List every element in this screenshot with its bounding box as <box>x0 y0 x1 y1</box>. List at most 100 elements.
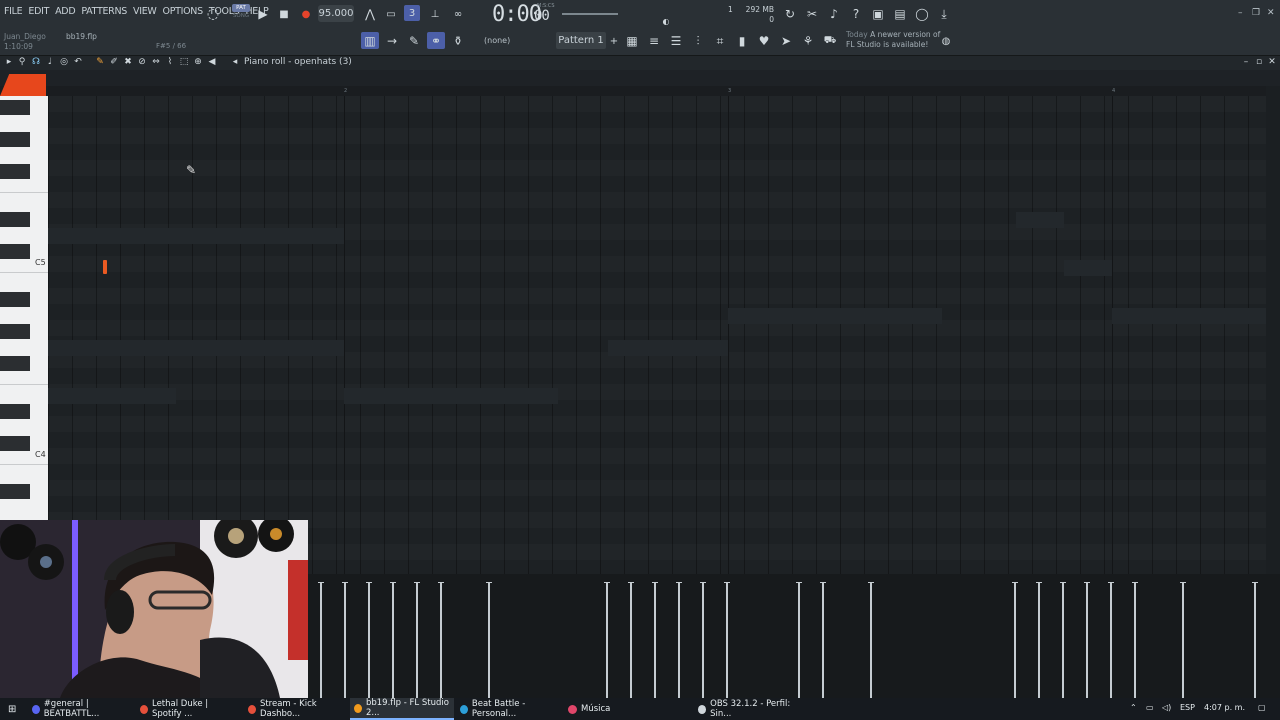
velocity-bar[interactable] <box>1132 582 1138 698</box>
zoom-tool-icon[interactable]: ⊕ <box>192 55 204 69</box>
chat-icon[interactable]: ◯ <box>914 6 930 22</box>
menu-patterns[interactable]: PATTERNS <box>81 6 127 17</box>
velocity-bar[interactable] <box>1180 582 1186 698</box>
taskbar-item-music[interactable]: Música <box>564 698 668 720</box>
mute-tool-icon[interactable]: ⊘ <box>136 55 148 69</box>
velocity-bar[interactable] <box>1252 582 1258 698</box>
piano-roll-icon[interactable]: ☰ <box>668 33 684 49</box>
velocity-bar[interactable] <box>676 582 682 698</box>
velocity-bar[interactable] <box>700 582 706 698</box>
playlist-icon[interactable]: ▦ <box>624 33 640 49</box>
black-key[interactable] <box>0 292 30 307</box>
paint-brush-icon[interactable]: ✐ <box>108 55 120 69</box>
tools-icon[interactable]: ⚘ <box>800 33 816 49</box>
network-icon[interactable]: ▭ <box>1146 703 1154 712</box>
loop-record-icon[interactable]: ∞ <box>450 6 466 22</box>
velocity-lane[interactable] <box>308 574 1280 698</box>
pat-song-toggle[interactable]: PAT SONG <box>232 4 250 22</box>
options-arrow-icon[interactable]: ▸ <box>3 55 15 69</box>
velocity-bar[interactable] <box>438 582 444 698</box>
mixer-icon[interactable]: ⫶ <box>690 33 706 49</box>
select-tool-icon[interactable]: ⬚ <box>178 55 190 69</box>
note-block[interactable] <box>103 260 107 274</box>
velocity-bar[interactable] <box>604 582 610 698</box>
piano-roll-view-icon[interactable]: ▥ <box>361 32 379 49</box>
taskbar-item-edge[interactable]: Beat Battle - Personal... <box>456 698 560 720</box>
link-icon[interactable]: ⚭ <box>427 32 445 49</box>
black-key[interactable] <box>0 404 30 419</box>
minimize-icon[interactable]: – <box>1238 8 1243 18</box>
metronome-loop-icon[interactable]: ◌ <box>204 5 222 23</box>
pr-close-icon[interactable]: ✕ <box>1266 55 1278 69</box>
target-icon[interactable]: ◎ <box>58 55 70 69</box>
update-news[interactable]: Today A newer version of FL Studio is av… <box>846 30 940 50</box>
globe-icon[interactable]: ◍ <box>938 33 954 49</box>
velocity-bar[interactable] <box>390 582 396 698</box>
add-pattern-icon[interactable]: + <box>606 33 622 49</box>
snap-magnet-icon[interactable]: ⚲ <box>16 55 28 69</box>
velocity-bar[interactable] <box>414 582 420 698</box>
arrow-right-icon[interactable]: → <box>384 33 400 49</box>
draw-pencil-icon[interactable]: ✎ <box>94 55 106 69</box>
wait-for-input-icon[interactable]: ▭ <box>383 6 399 22</box>
menu-add[interactable]: ADD <box>55 6 76 17</box>
event-selector-strip[interactable] <box>0 70 1280 86</box>
black-key[interactable] <box>0 436 30 451</box>
black-key[interactable] <box>0 356 30 371</box>
velocity-bar[interactable] <box>1036 582 1042 698</box>
tray-chevron-icon[interactable]: ⌃ <box>1130 703 1137 712</box>
step-edit-icon[interactable]: ⊥ <box>427 6 443 22</box>
velocity-bar[interactable] <box>868 582 874 698</box>
slip-tool-icon[interactable]: ⇔ <box>150 55 162 69</box>
taskbar-item-obs[interactable]: OBS 32.1.2 - Perfil: Sin... <box>694 698 804 720</box>
taskbar-item-kick[interactable]: Stream - Kick Dashbo... <box>244 698 348 720</box>
velocity-bar[interactable] <box>342 582 348 698</box>
browser-icon[interactable]: ⌗ <box>712 33 728 49</box>
taskbar-item-spotify[interactable]: Lethal Duke | Spotify ... <box>136 698 240 720</box>
download-icon[interactable]: ⤓ <box>936 6 952 22</box>
play-icon[interactable]: ▶ <box>255 6 271 22</box>
velocity-bar[interactable] <box>796 582 802 698</box>
menu-edit[interactable]: EDIT <box>28 6 49 17</box>
black-key[interactable] <box>0 324 30 339</box>
headphones-icon[interactable]: ☊ <box>30 55 42 69</box>
record-icon[interactable]: ● <box>298 6 314 22</box>
stop-icon[interactable]: ■ <box>276 6 292 22</box>
velocity-bar[interactable] <box>1108 582 1114 698</box>
master-volume-slider[interactable] <box>562 13 618 15</box>
black-key[interactable] <box>0 132 30 147</box>
menu-options[interactable]: OPTIONS <box>163 6 204 17</box>
velocity-bar[interactable] <box>366 582 372 698</box>
language-indicator[interactable]: ESP <box>1180 703 1195 712</box>
stamp-icon[interactable]: ⚱ <box>450 33 466 49</box>
system-clock[interactable]: 4:07 p. m. <box>1204 703 1245 712</box>
black-key[interactable] <box>0 100 30 115</box>
black-key[interactable] <box>0 244 30 259</box>
slice-tool-icon[interactable]: ⌇ <box>164 55 176 69</box>
render-icon[interactable]: ▤ <box>892 6 908 22</box>
pr-maximize-icon[interactable]: ▫ <box>1253 55 1265 69</box>
velocity-bar[interactable] <box>652 582 658 698</box>
plugin-database-icon[interactable]: ▮ <box>734 33 750 49</box>
save-icon[interactable]: ▣ <box>870 6 886 22</box>
velocity-bar[interactable] <box>1084 582 1090 698</box>
menu-view[interactable]: VIEW <box>133 6 157 17</box>
menu-file[interactable]: FILE <box>4 6 23 17</box>
notification-icon[interactable]: ▢ <box>1258 703 1266 712</box>
piano-keyboard[interactable]: C5 C4 <box>0 96 48 520</box>
delete-tool-icon[interactable]: ✖ <box>122 55 134 69</box>
playback-tool-icon[interactable]: ◀ <box>206 55 218 69</box>
pencil-icon[interactable]: ✎ <box>406 33 422 49</box>
volume-icon[interactable]: ◁) <box>1162 703 1171 712</box>
timeline-ruler[interactable]: 2 3 4 <box>48 86 1266 96</box>
tempo-display[interactable]: 95.000 <box>318 5 354 22</box>
speaker-icon[interactable]: ◂ <box>229 55 241 69</box>
cut-tools-icon[interactable]: ✂ <box>804 6 820 22</box>
cart-icon[interactable]: ⛟ <box>822 33 838 49</box>
velocity-bar[interactable] <box>486 582 492 698</box>
note-grid[interactable] <box>48 96 1266 574</box>
help-icon[interactable]: ? <box>848 6 864 22</box>
velocity-bar[interactable] <box>1060 582 1066 698</box>
master-pitch-knob-icon[interactable]: ◐ <box>658 13 674 29</box>
close-icon[interactable]: ✕ <box>1267 8 1275 18</box>
